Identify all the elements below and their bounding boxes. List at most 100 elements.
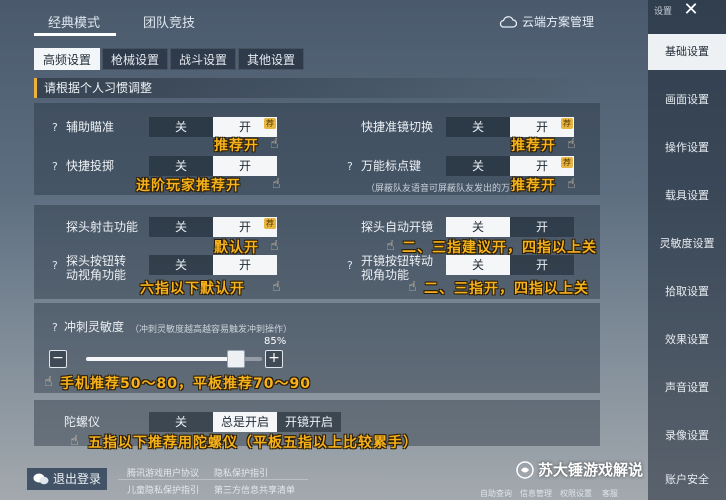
toggle-peek-auto-scope[interactable]: 关 开 — [446, 217, 574, 237]
cloud-icon — [499, 16, 517, 28]
gyro-selector[interactable]: 关 总是开启 开镜开启 — [149, 412, 341, 432]
label-gyro: 陀螺仪 — [64, 415, 101, 429]
info-manage-link[interactable]: 信息管理 — [520, 488, 552, 499]
sidebar-item-controls[interactable]: 操作设置 — [648, 130, 726, 166]
toggle-on[interactable]: 开荐 — [213, 117, 277, 137]
sidebar-item-vehicle[interactable]: 载具设置 — [648, 178, 726, 214]
slider-increase-button[interactable]: + — [265, 350, 283, 368]
logout-label: 退出登录 — [52, 472, 101, 486]
toggle-quick-scope-switch[interactable]: 关 开荐 — [446, 117, 574, 137]
toggle-on-label: 开 — [535, 159, 548, 173]
link-privacy-guide[interactable]: 隐私保护指引 — [214, 466, 268, 479]
toggle-on[interactable]: 开 — [213, 156, 277, 176]
toggle-off[interactable]: 关 — [446, 217, 510, 237]
sidebar-item-account[interactable]: 账户安全 — [648, 462, 726, 498]
toggle-peek-button-view[interactable]: 关 开 — [149, 255, 277, 275]
help-icon[interactable]: ? — [52, 321, 58, 334]
toggle-scope-button-view[interactable]: 关 开 — [446, 255, 574, 275]
active-tab-underline — [34, 33, 116, 36]
toggle-on[interactable]: 开荐 — [510, 117, 574, 137]
toggle-off[interactable]: 关 — [149, 156, 213, 176]
permission-link[interactable]: 权限设置 — [560, 488, 592, 499]
sidebar-item-pickup[interactable]: 拾取设置 — [648, 274, 726, 310]
sidebar-title: 设置 — [654, 7, 673, 17]
slider-decrease-button[interactable]: − — [49, 350, 67, 368]
pointing-hand-icon: ☝ — [386, 238, 395, 254]
pointing-hand-icon: ☝ — [70, 433, 79, 449]
slider-thumb[interactable] — [226, 350, 245, 368]
annotation-quick-scope: 推荐开 — [511, 138, 556, 154]
label-peek-auto-scope: 探头自动开镜 — [361, 220, 434, 234]
toggle-on[interactable]: 开 — [510, 217, 574, 237]
tab-team-deathmatch[interactable]: 团队竞技 — [143, 12, 195, 31]
label-universal-mark: 万能标点键 — [361, 159, 422, 173]
link-user-agreement[interactable]: 腾讯游戏用户协议 — [127, 466, 199, 479]
toggle-off[interactable]: 关 — [446, 117, 510, 137]
subtab-combat[interactable]: 战斗设置 — [170, 48, 237, 70]
link-child-privacy[interactable]: 儿童隐私保护指引 — [127, 483, 199, 496]
toggle-on[interactable]: 开荐 — [213, 217, 277, 237]
toggle-assist-aim[interactable]: 关 开荐 — [149, 117, 277, 137]
label-sprint-sensitivity: 冲刺灵敏度 — [64, 320, 125, 334]
label-assist-aim: 辅助瞄准 — [66, 120, 115, 134]
toggle-quick-throw[interactable]: 关 开 — [149, 156, 277, 176]
gyro-option-off[interactable]: 关 — [149, 412, 213, 432]
tab-classic-mode[interactable]: 经典模式 — [48, 12, 100, 31]
wechat-icon — [33, 473, 49, 485]
annotation-universal-mark: 推荐开 — [511, 178, 556, 194]
recommend-badge: 荐 — [561, 157, 573, 168]
sidebar-item-replay[interactable]: 录像设置 — [648, 418, 726, 454]
toggle-off[interactable]: 关 — [446, 255, 510, 275]
sidebar-item-effects[interactable]: 效果设置 — [648, 322, 726, 358]
sprint-sensitivity-note: （冲刺灵敏度越高越容易触发冲刺操作） — [130, 325, 293, 335]
toggle-off[interactable]: 关 — [149, 117, 213, 137]
help-icon[interactable]: ? — [52, 160, 58, 173]
help-icon[interactable]: ? — [52, 259, 58, 272]
label-quick-scope-switch: 快捷准镜切换 — [361, 120, 434, 134]
watermark: 苏大锤游戏解说 — [516, 459, 643, 480]
subtab-other[interactable]: 其他设置 — [238, 48, 305, 70]
logout-button[interactable]: 退出登录 — [27, 468, 107, 490]
annotation-assist-aim: 推荐开 — [214, 138, 259, 154]
toggle-off[interactable]: 关 — [149, 217, 213, 237]
sidebar-item-graphics[interactable]: 画面设置 — [648, 82, 726, 118]
annotation-scope-button-view: 二、三指开，四指以上关 — [424, 281, 589, 297]
self-query-link[interactable]: 自助查询 — [480, 488, 512, 499]
sidebar-item-sensitivity[interactable]: 灵敏度设置 — [648, 226, 726, 262]
toggle-universal-mark[interactable]: 关 开荐 — [446, 156, 574, 176]
link-third-party-list[interactable]: 第三方信息共享清单 — [214, 483, 295, 496]
subtab-weapon[interactable]: 枪械设置 — [102, 48, 169, 70]
toggle-off[interactable]: 关 — [446, 156, 510, 176]
sidebar-item-sound[interactable]: 声音设置 — [648, 370, 726, 406]
watermark-logo-icon — [516, 460, 534, 479]
help-icon[interactable]: ? — [347, 160, 353, 173]
toggle-on[interactable]: 开 — [213, 255, 277, 275]
help-icon[interactable]: ? — [52, 121, 58, 134]
toggle-off[interactable]: 关 — [149, 255, 213, 275]
universal-mark-note: （屏蔽队友语音可屏蔽队友发出的万能 — [366, 184, 520, 194]
toggle-on-label: 开 — [535, 120, 548, 134]
toggle-on[interactable]: 开 — [510, 255, 574, 275]
gyro-option-always[interactable]: 总是开启 — [213, 412, 277, 432]
customer-service-link[interactable]: 客服 — [602, 488, 618, 499]
slider-value: 85% — [264, 336, 287, 347]
pointing-hand-icon: ☝ — [567, 176, 576, 192]
gyro-option-scope[interactable]: 开镜开启 — [277, 412, 341, 432]
recommend-badge: 荐 — [561, 118, 573, 129]
toggle-on-label: 开 — [238, 220, 251, 234]
toggle-on-label: 开 — [238, 120, 251, 134]
toggle-peek-fire[interactable]: 关 开荐 — [149, 217, 277, 237]
settings-subtabs: 高频设置 枪械设置 战斗设置 其他设置 — [34, 48, 305, 70]
sprint-sensitivity-slider[interactable] — [86, 350, 262, 368]
help-icon[interactable]: ? — [347, 259, 353, 272]
toggle-on[interactable]: 开荐 — [510, 156, 574, 176]
label-peek-fire: 探头射击功能 — [66, 220, 139, 234]
close-icon[interactable]: ✕ — [680, 0, 702, 22]
pointing-hand-icon: ☝ — [44, 374, 53, 390]
annotation-peek-button-view: 六指以下默认开 — [140, 281, 245, 297]
sidebar-item-basic[interactable]: 基础设置 — [648, 34, 726, 70]
subtab-frequent[interactable]: 高频设置 — [34, 48, 101, 70]
pointing-hand-icon: ☝ — [272, 176, 281, 192]
watermark-text: 苏大锤游戏解说 — [538, 461, 644, 479]
cloud-scheme-button[interactable]: 云端方案管理 — [499, 13, 594, 30]
